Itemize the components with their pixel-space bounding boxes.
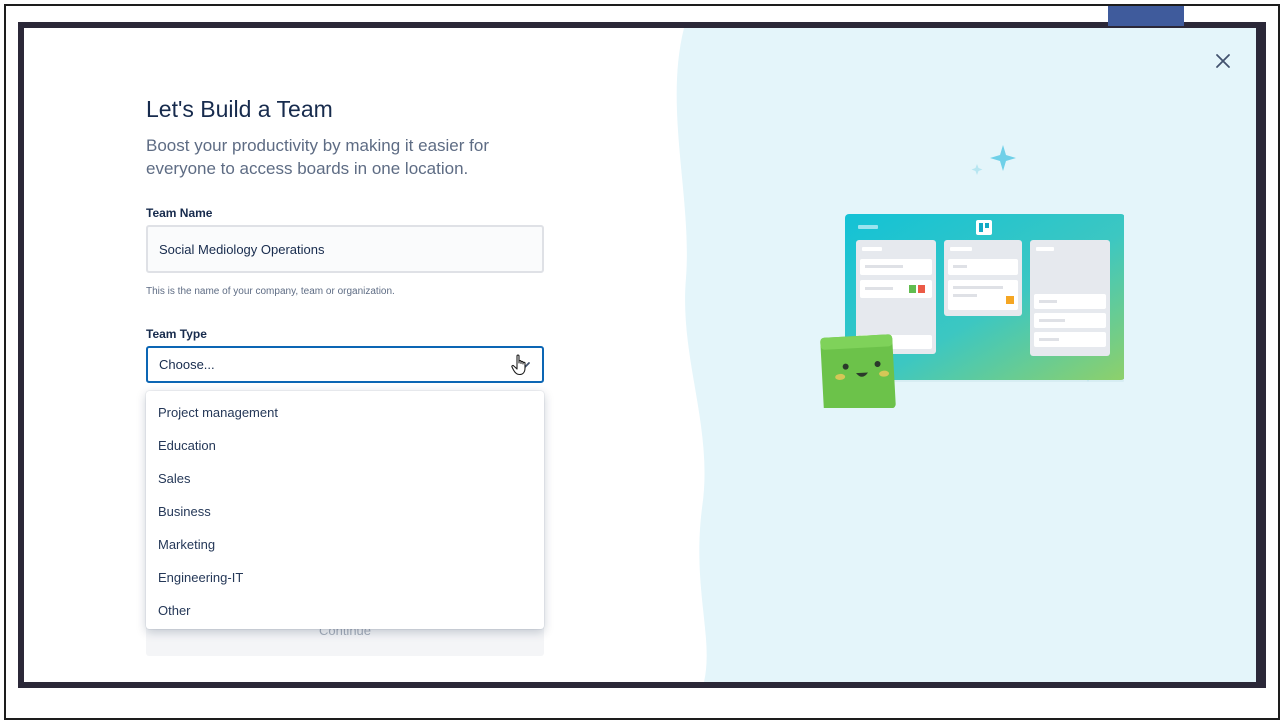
- mascot-icon: [820, 334, 896, 408]
- option-sales[interactable]: Sales: [146, 462, 544, 495]
- close-button[interactable]: [1208, 46, 1238, 76]
- team-name-input[interactable]: [146, 225, 544, 273]
- hand-cursor-icon: [511, 354, 529, 381]
- backdrop-accent: [1108, 6, 1184, 26]
- team-type-select[interactable]: Choose...: [146, 346, 544, 383]
- create-team-modal: Let's Build a Team Boost your productivi…: [24, 28, 1256, 682]
- team-type-dropdown: Project management Education Sales Busin…: [146, 391, 544, 629]
- team-name-helper: This is the name of your company, team o…: [146, 286, 395, 297]
- option-project-management[interactable]: Project management: [146, 396, 544, 429]
- option-other[interactable]: Other: [146, 594, 544, 627]
- option-marketing[interactable]: Marketing: [146, 528, 544, 561]
- option-engineering-it[interactable]: Engineering-IT: [146, 561, 544, 594]
- close-icon: [1216, 54, 1230, 68]
- team-board-illustration: [820, 145, 1124, 408]
- option-business[interactable]: Business: [146, 495, 544, 528]
- team-type-label: Team Type: [146, 327, 207, 341]
- option-education[interactable]: Education: [146, 429, 544, 462]
- subtitle: Boost your productivity by making it eas…: [146, 136, 489, 178]
- team-type-selected-value: Choose...: [159, 357, 215, 372]
- team-name-label: Team Name: [146, 206, 213, 220]
- trello-logo-icon: [976, 220, 992, 235]
- page-title: Let's Build a Team: [146, 96, 333, 122]
